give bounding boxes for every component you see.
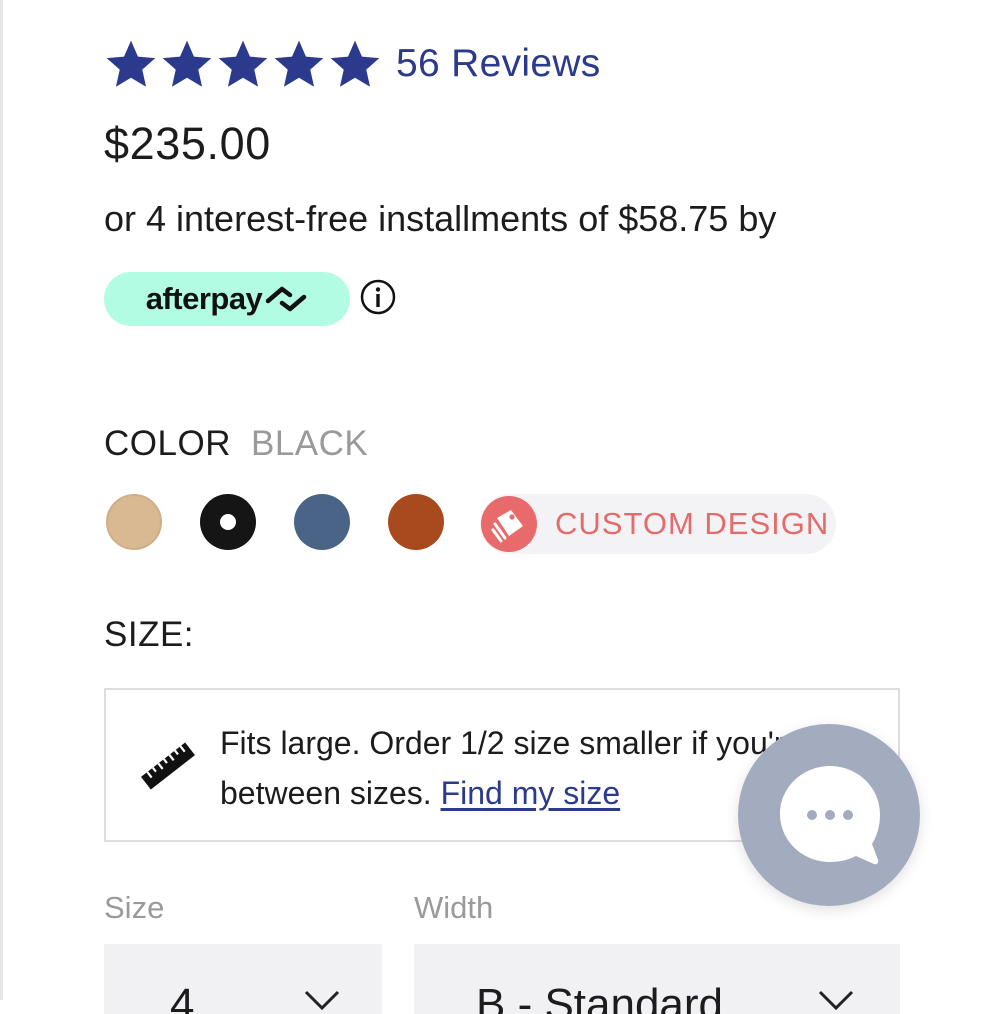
star-icon xyxy=(330,40,380,87)
afterpay-badge[interactable]: afterpay xyxy=(104,272,350,326)
color-swatch-brown[interactable] xyxy=(388,494,444,550)
afterpay-arrows-icon xyxy=(266,286,307,312)
custom-design-button[interactable]: CUSTOM DESIGN xyxy=(480,494,836,554)
ruler-icon xyxy=(141,742,195,790)
star-icon xyxy=(162,40,212,87)
color-selection-header: COLOR BLACK xyxy=(104,424,368,464)
star-rating xyxy=(104,37,382,91)
width-select-value: B - Standard xyxy=(476,980,724,1014)
rating-row: 56 Reviews xyxy=(104,36,601,92)
afterpay-logo-text: afterpay xyxy=(145,281,263,316)
color-swatch-tan[interactable] xyxy=(106,494,162,550)
width-select[interactable]: B - Standard xyxy=(414,944,900,1014)
tag-icon xyxy=(481,496,537,552)
width-field-label: Width xyxy=(414,890,494,925)
info-icon[interactable] xyxy=(360,279,396,315)
color-swatch-blue[interactable] xyxy=(294,494,350,550)
custom-design-label: CUSTOM DESIGN xyxy=(555,506,830,541)
star-icon xyxy=(106,40,156,87)
chat-bubble-icon xyxy=(780,766,880,865)
size-field-label: Size xyxy=(104,890,165,925)
chevron-down-icon xyxy=(304,990,340,1011)
find-my-size-link[interactable]: Find my size xyxy=(441,775,621,811)
size-select[interactable]: 4 xyxy=(104,944,382,1014)
page-left-border xyxy=(0,0,3,1000)
reviews-link[interactable]: 56 Reviews xyxy=(396,42,601,86)
size-heading: SIZE: xyxy=(104,615,195,654)
chevron-down-icon xyxy=(818,990,854,1011)
color-swatch-black[interactable] xyxy=(200,494,256,550)
star-icon xyxy=(274,40,324,87)
size-select-value: 4 xyxy=(170,980,195,1014)
star-icon xyxy=(218,40,268,87)
chat-button[interactable] xyxy=(738,724,920,906)
installments-text: or 4 interest-free installments of $58.7… xyxy=(104,198,777,239)
product-price: $235.00 xyxy=(104,118,271,169)
color-label: COLOR xyxy=(104,424,231,463)
selected-color-value: BLACK xyxy=(250,424,369,463)
